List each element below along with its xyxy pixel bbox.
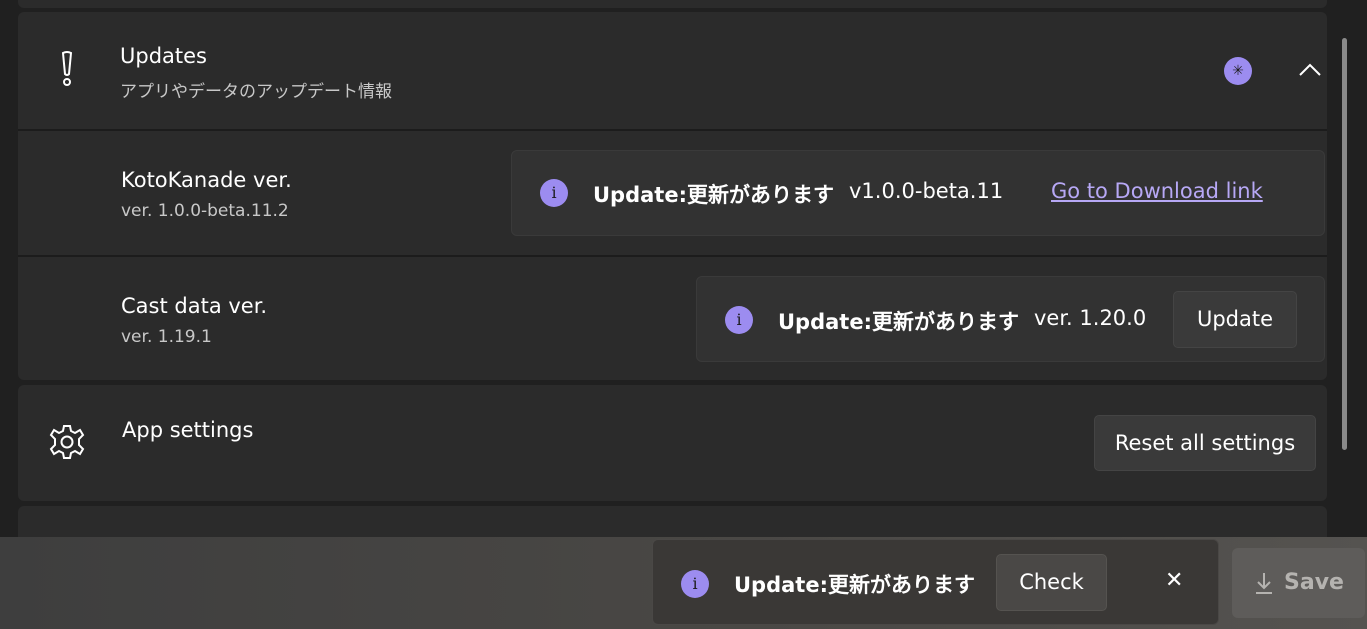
separator [18, 255, 1327, 257]
castdata-infobar: i Update:更新があります ver. 1.20.0 Update [696, 276, 1325, 362]
castdata-info-message: ver. 1.20.0 [1034, 306, 1147, 330]
info-icon: i [681, 570, 709, 598]
reset-all-settings-button[interactable]: Reset all settings [1094, 415, 1316, 471]
close-icon[interactable]: ✕ [1165, 568, 1183, 593]
updates-badge: ✳ [1224, 57, 1252, 85]
app-settings-card: App settings Reset all settings [18, 385, 1327, 501]
info-icon: i [540, 179, 568, 207]
save-label: Save [1284, 570, 1344, 595]
kotokanade-version: ver. 1.0.0-beta.11.2 [121, 201, 289, 221]
chevron-up-icon[interactable] [1298, 62, 1322, 82]
info-icon: i [725, 306, 753, 334]
app-settings-title: App settings [122, 418, 254, 442]
previous-card [18, 0, 1327, 8]
kotokanade-title: KotoKanade ver. [121, 168, 292, 192]
kotokanade-info-message: v1.0.0-beta.11 [849, 179, 1004, 203]
updates-title: Updates [120, 44, 207, 68]
kotokanade-infobar: i Update:更新があります v1.0.0-beta.11 Go to Do… [511, 150, 1325, 236]
castdata-title: Cast data ver. [121, 294, 268, 318]
updates-subtitle: アプリやデータのアップデート情報 [120, 82, 392, 102]
castdata-info-title: Update:更新があります [778, 310, 1019, 334]
scrollbar-thumb[interactable] [1342, 38, 1347, 450]
bottom-info-title: Update:更新があります [734, 573, 975, 597]
download-link[interactable]: Go to Download link [1051, 179, 1263, 203]
asterisk-icon: ✳ [1232, 63, 1244, 79]
updates-header[interactable]: Updates アプリやデータのアップデート情報 ✳ [18, 12, 1327, 129]
download-arrow-icon [1254, 572, 1274, 598]
castdata-version: ver. 1.19.1 [121, 327, 212, 347]
separator [18, 129, 1327, 131]
gear-icon [48, 423, 86, 465]
bottom-command-bar: i Update:更新があります Check ✕ Save [0, 537, 1367, 629]
update-button[interactable]: Update [1173, 291, 1297, 348]
save-button[interactable]: Save [1232, 548, 1365, 618]
kotokanade-info-title: Update:更新があります [593, 183, 834, 207]
exclamation-icon [58, 50, 76, 92]
bottom-infobar: i Update:更新があります Check ✕ [652, 539, 1219, 625]
check-button[interactable]: Check [996, 554, 1107, 611]
